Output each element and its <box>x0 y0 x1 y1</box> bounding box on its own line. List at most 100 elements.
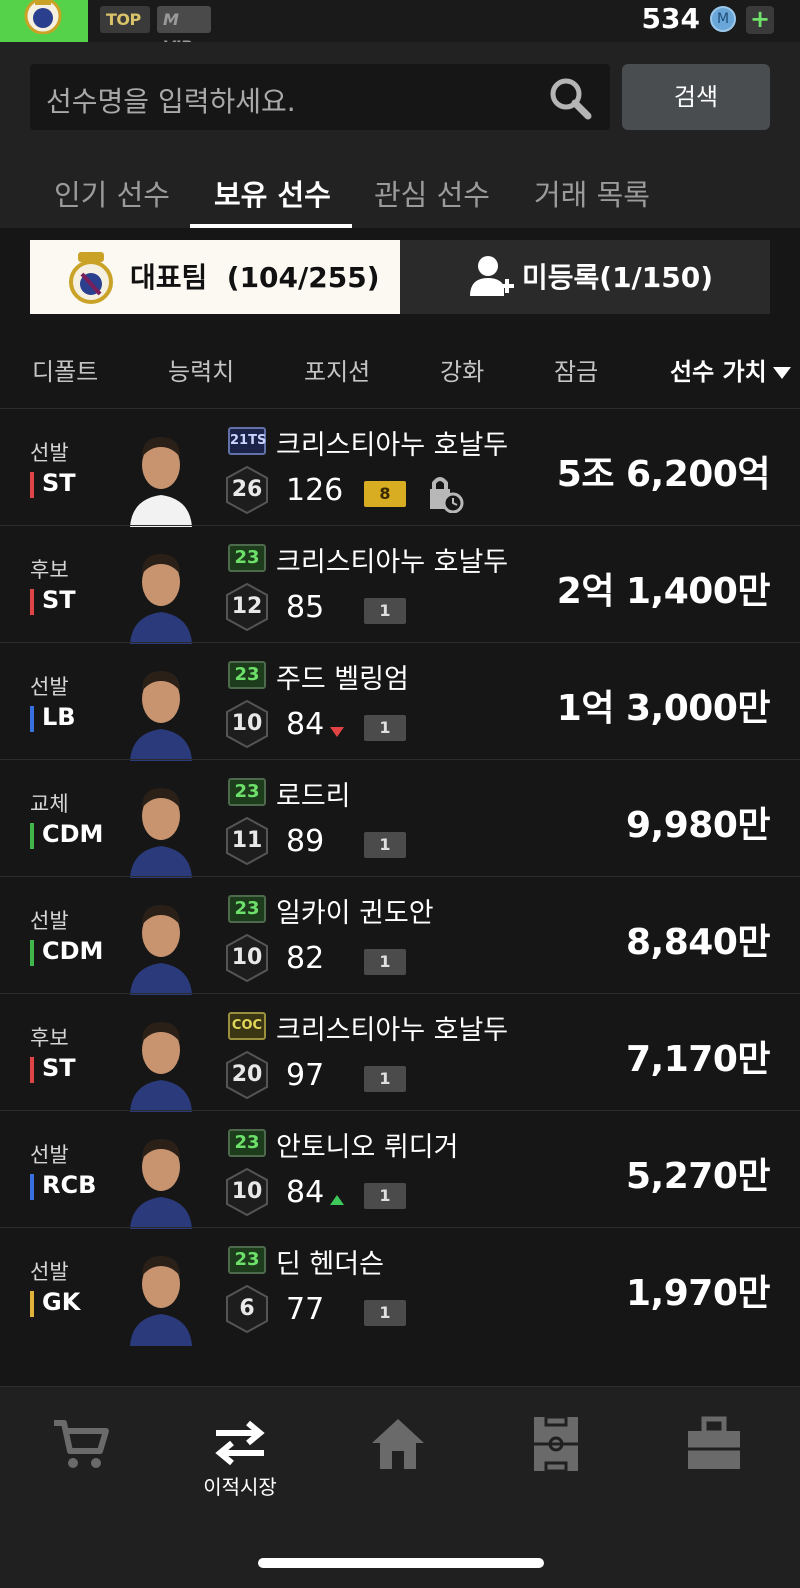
season-badge: 23 <box>228 661 266 689</box>
player-value: 7,170만 <box>626 1039 771 1080</box>
overall-rating: 84 <box>286 707 325 742</box>
rating-down-arrow-icon <box>330 727 344 737</box>
position-label: ST <box>30 469 76 498</box>
season-badge: 21TS <box>228 427 266 455</box>
grade-value: 11 <box>231 828 263 853</box>
home-icon[interactable] <box>368 1413 428 1473</box>
position-label: RCB <box>30 1171 96 1200</box>
unregistered-label: 미등록(1/150) <box>522 261 714 294</box>
player-photo <box>128 891 194 995</box>
lineup-status: 후보 <box>30 1026 69 1050</box>
add-coins-button[interactable]: + <box>746 6 774 34</box>
enhance-level-badge: 1 <box>364 1300 406 1326</box>
tab-watchlist[interactable]: 관심 선수 <box>374 172 490 214</box>
main-team-label: 대표팀 (104/255) <box>130 256 380 296</box>
season-badge: 23 <box>228 1246 266 1274</box>
bag-icon[interactable] <box>684 1413 744 1473</box>
search-placeholder: 선수명을 입력하세요. <box>46 85 296 118</box>
coin-count: 534 <box>641 2 700 35</box>
active-tab-indicator <box>190 224 352 228</box>
main-team-name: 대표팀 <box>130 261 208 294</box>
sort-default[interactable]: 디폴트 <box>32 352 98 387</box>
lineup-status: 교체 <box>30 792 69 816</box>
overall-rating: 82 <box>286 941 325 976</box>
transfer-market-label: 이적시장 <box>203 1475 277 1499</box>
player-row[interactable]: 교체 CDM 23 로드리 11 89 1 9,980만 <box>0 759 800 878</box>
sort-bar: 디폴트 능력치 포지션 강화 잠금 선수 가치 <box>0 340 800 400</box>
sort-player-value[interactable]: 선수 가치 <box>670 352 791 387</box>
sort-lock[interactable]: 잠금 <box>554 352 598 387</box>
enhance-level-badge: 1 <box>364 949 406 975</box>
sort-player-value-label: 선수 가치 <box>670 358 767 386</box>
position-label: LB <box>30 703 76 732</box>
player-tabs: 인기 선수 보유 선수 관심 선수 거래 목록 <box>0 166 800 228</box>
position-label: ST <box>30 1054 76 1083</box>
search-button[interactable]: 검색 <box>622 64 770 130</box>
overall-rating: 85 <box>286 590 325 625</box>
player-row[interactable]: 후보 ST 23 크리스티아누 호날두 12 85 1 2억 1,400만 <box>0 525 800 644</box>
transfer-icon[interactable] <box>210 1413 270 1473</box>
season-badge: 23 <box>228 778 266 806</box>
top-bar: TOP M VIP 534 M + <box>0 0 800 56</box>
player-value: 5조 6,200억 <box>556 454 771 495</box>
sort-position[interactable]: 포지션 <box>304 352 370 387</box>
enhance-level-badge: 1 <box>364 598 406 624</box>
lineup-status: 선발 <box>30 1260 69 1284</box>
player-photo <box>128 423 194 527</box>
player-photo <box>128 1242 194 1346</box>
enhance-level-badge: 1 <box>364 1183 406 1209</box>
player-value: 9,980만 <box>626 805 771 846</box>
player-name: 크리스티아누 호날두 <box>276 430 509 461</box>
player-row[interactable]: 후보 ST COC 크리스티아누 호날두 20 97 1 7,170만 <box>0 993 800 1112</box>
sort-enhance[interactable]: 강화 <box>440 352 484 387</box>
grade-value: 10 <box>231 1179 263 1204</box>
overall-rating: 77 <box>286 1292 325 1327</box>
player-name: 주드 벨링엄 <box>276 664 409 695</box>
sort-ability[interactable]: 능력치 <box>168 352 234 387</box>
lineup-status: 선발 <box>30 675 69 699</box>
player-value: 2억 1,400만 <box>556 571 771 612</box>
sort-desc-icon <box>772 367 791 379</box>
enhance-level-badge: 1 <box>364 1066 406 1092</box>
team-toggle: 대표팀 (104/255) 미등록(1/150) <box>30 240 770 314</box>
lineup-status: 선발 <box>30 1143 69 1167</box>
player-value: 8,840만 <box>626 922 771 963</box>
position-label: GK <box>30 1288 80 1317</box>
player-photo <box>128 1008 194 1112</box>
player-row[interactable]: 선발 GK 23 딘 헨더슨 6 77 1 1,970만 <box>0 1227 800 1346</box>
position-label: ST <box>30 586 76 615</box>
overall-rating: 126 <box>286 473 344 508</box>
main-team-count: (104/255) <box>226 261 380 294</box>
player-row[interactable]: 선발 CDM 23 일카이 귄도안 10 82 1 8,840만 <box>0 876 800 995</box>
season-badge: 23 <box>228 544 266 572</box>
search-icon[interactable] <box>548 76 592 120</box>
position-label: CDM <box>30 937 103 966</box>
top-badge[interactable]: TOP <box>100 6 150 33</box>
vip-badge[interactable]: M VIP <box>157 6 211 56</box>
search-section: 선수명을 입력하세요. 검색 인기 선수 보유 선수 관심 선수 거래 목록 <box>0 42 800 228</box>
overall-rating: 84 <box>286 1175 325 1210</box>
player-photo <box>128 1125 194 1229</box>
field-icon[interactable] <box>526 1413 586 1473</box>
player-search-input[interactable]: 선수명을 입력하세요. <box>30 64 610 130</box>
player-row[interactable]: 선발 ST 21TS 크리스티아누 호날두 26 126 8 5조 6,200억 <box>0 408 800 527</box>
lineup-status: 후보 <box>30 558 69 582</box>
player-name: 크리스티아누 호날두 <box>276 547 509 578</box>
grade-value: 6 <box>239 1296 255 1321</box>
home-indicator[interactable] <box>258 1558 544 1568</box>
player-value: 1,970만 <box>626 1273 771 1314</box>
tab-owned[interactable]: 보유 선수 <box>214 172 331 214</box>
timed-lock-icon[interactable] <box>428 475 464 513</box>
season-badge: 23 <box>228 1129 266 1157</box>
cart-icon[interactable] <box>50 1413 110 1473</box>
player-row[interactable]: 선발 RCB 23 안토니오 뤼디거 10 84 1 5,270만 <box>0 1110 800 1229</box>
tab-popular[interactable]: 인기 선수 <box>54 172 170 214</box>
player-row[interactable]: 선발 LB 23 주드 벨링엄 10 84 1 1억 3,000만 <box>0 642 800 761</box>
player-value: 1억 3,000만 <box>556 688 771 729</box>
tab-trade-list[interactable]: 거래 목록 <box>534 172 650 214</box>
player-name: 딘 헨더슨 <box>276 1249 384 1280</box>
main-team-toggle-button[interactable]: 대표팀 (104/255) <box>30 240 400 314</box>
club-badge[interactable] <box>0 0 88 42</box>
club-crest-icon <box>69 252 113 304</box>
overall-rating: 97 <box>286 1058 325 1093</box>
